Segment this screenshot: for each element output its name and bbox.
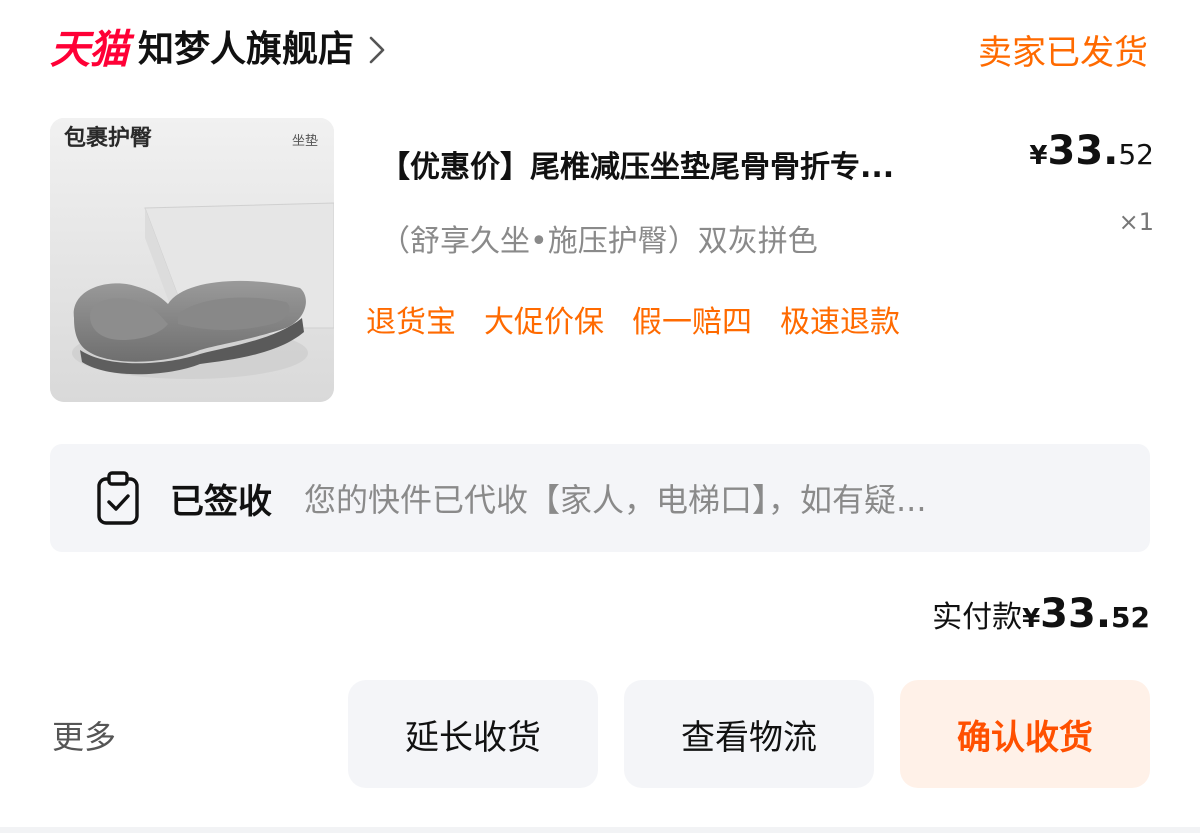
product-sku: （舒享久坐•施压护臀）双灰拼色 bbox=[380, 224, 818, 259]
order-card: 天猫 知梦人旗舰店 卖家已发货 包裹护臀 坐垫 【优惠价】尾椎减压坐垫尾骨骨折专… bbox=[0, 0, 1200, 833]
product-photo bbox=[50, 118, 334, 402]
logistics-status: 已签收 bbox=[170, 481, 272, 522]
payment-decimal: 52 bbox=[1111, 601, 1150, 634]
product-image-tag: 包裹护臀 bbox=[64, 126, 153, 151]
view-logistics-button[interactable]: 查看物流 bbox=[624, 680, 874, 788]
more-link[interactable]: 更多 bbox=[52, 712, 116, 762]
order-status: 卖家已发货 bbox=[978, 33, 1148, 73]
service-tag-fast-refund: 极速退款 bbox=[780, 305, 900, 340]
price-currency: ¥ bbox=[1029, 141, 1048, 171]
clipboard-check-icon bbox=[94, 470, 142, 526]
bottom-divider bbox=[0, 827, 1200, 833]
product-image[interactable]: 包裹护臀 坐垫 bbox=[50, 118, 334, 402]
logistics-message: 您的快件已代收【家人，电梯口】，如有疑... bbox=[304, 481, 927, 519]
logistics-panel[interactable]: 已签收 您的快件已代收【家人，电梯口】，如有疑... bbox=[50, 444, 1150, 552]
price-integer: 33. bbox=[1047, 128, 1119, 174]
service-tag-price-protection: 大促价保 bbox=[484, 305, 604, 340]
service-tags: 退货宝 大促价保 假一赔四 极速退款 bbox=[366, 298, 900, 348]
tmall-logo: 天猫 bbox=[50, 27, 129, 73]
extend-receipt-button[interactable]: 延长收货 bbox=[348, 680, 598, 788]
item-quantity: ×1 bbox=[1118, 208, 1154, 236]
product-image-label: 坐垫 bbox=[292, 134, 319, 149]
product-title[interactable]: 【优惠价】尾椎减压坐垫尾骨骨折专... bbox=[380, 138, 1010, 198]
payment-currency: ¥ bbox=[1022, 604, 1041, 634]
payment-integer: 33. bbox=[1040, 591, 1112, 637]
confirm-receipt-button[interactable]: 确认收货 bbox=[900, 680, 1150, 788]
price-decimal: 52 bbox=[1118, 138, 1154, 171]
payment-label: 实付款 bbox=[932, 600, 1023, 635]
chevron-right-icon[interactable] bbox=[366, 35, 388, 65]
service-tag-fake-compensation: 假一赔四 bbox=[632, 305, 752, 340]
shop-name[interactable]: 知梦人旗舰店 bbox=[138, 22, 354, 78]
payment-total: 实付款¥33.52 bbox=[932, 586, 1150, 650]
shop-header[interactable]: 天猫 知梦人旗舰店 bbox=[50, 22, 388, 78]
item-price: ¥33.52 bbox=[1029, 126, 1154, 184]
service-tag-return-insurance: 退货宝 bbox=[366, 305, 456, 340]
